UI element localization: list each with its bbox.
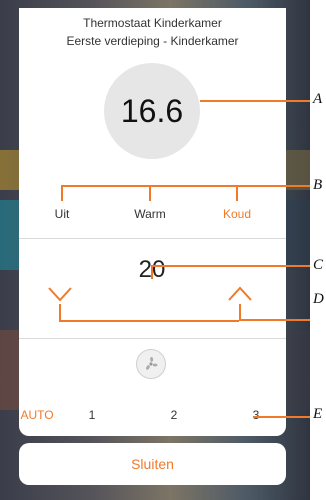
- fan-speed-3[interactable]: 3: [236, 408, 276, 422]
- current-temperature-circle: 16.6: [104, 63, 200, 159]
- mode-option-uit[interactable]: Uit: [32, 207, 92, 221]
- close-button[interactable]: Sluiten: [19, 443, 286, 485]
- arrows-bracket-left: [59, 304, 61, 321]
- callout-b: B: [313, 177, 323, 193]
- callout-line-a: [200, 100, 310, 102]
- divider-top: [19, 238, 286, 239]
- callout-line-d: [241, 319, 310, 321]
- fan-button[interactable]: [136, 349, 166, 379]
- fan-speed-2[interactable]: 2: [154, 408, 194, 422]
- fan-speed-auto[interactable]: AUTO: [17, 408, 57, 422]
- mode-tick-uit: [61, 185, 63, 201]
- mode-tick-koud: [236, 185, 238, 201]
- arrows-bracket-base: [59, 320, 239, 322]
- callout-d: D: [313, 291, 324, 307]
- current-temperature: 16.6: [120, 93, 184, 129]
- thermostat-dialog: Thermostaat Kinderkamer Eerste verdiepin…: [19, 8, 286, 436]
- callout-line-c: [151, 265, 310, 267]
- callout-line-b: [238, 185, 310, 187]
- mode-tick-warm: [149, 185, 151, 201]
- chevron-up-icon[interactable]: [227, 284, 253, 304]
- callout-line-e: [253, 416, 310, 418]
- mode-option-warm[interactable]: Warm: [120, 207, 180, 221]
- callout-a: A: [313, 91, 323, 107]
- callout-e: E: [313, 406, 323, 422]
- divider-bottom: [19, 338, 286, 339]
- dialog-subtitle: Eerste verdieping - Kinderkamer: [66, 34, 239, 48]
- fan-speed-1[interactable]: 1: [72, 408, 112, 422]
- fan-icon: [146, 356, 158, 370]
- callout-line-c-drop: [151, 265, 153, 279]
- chevron-down-icon[interactable]: [47, 284, 73, 304]
- dialog-title: Thermostaat Kinderkamer: [83, 16, 222, 30]
- callout-c: C: [313, 257, 324, 273]
- mode-option-koud[interactable]: Koud: [207, 207, 267, 221]
